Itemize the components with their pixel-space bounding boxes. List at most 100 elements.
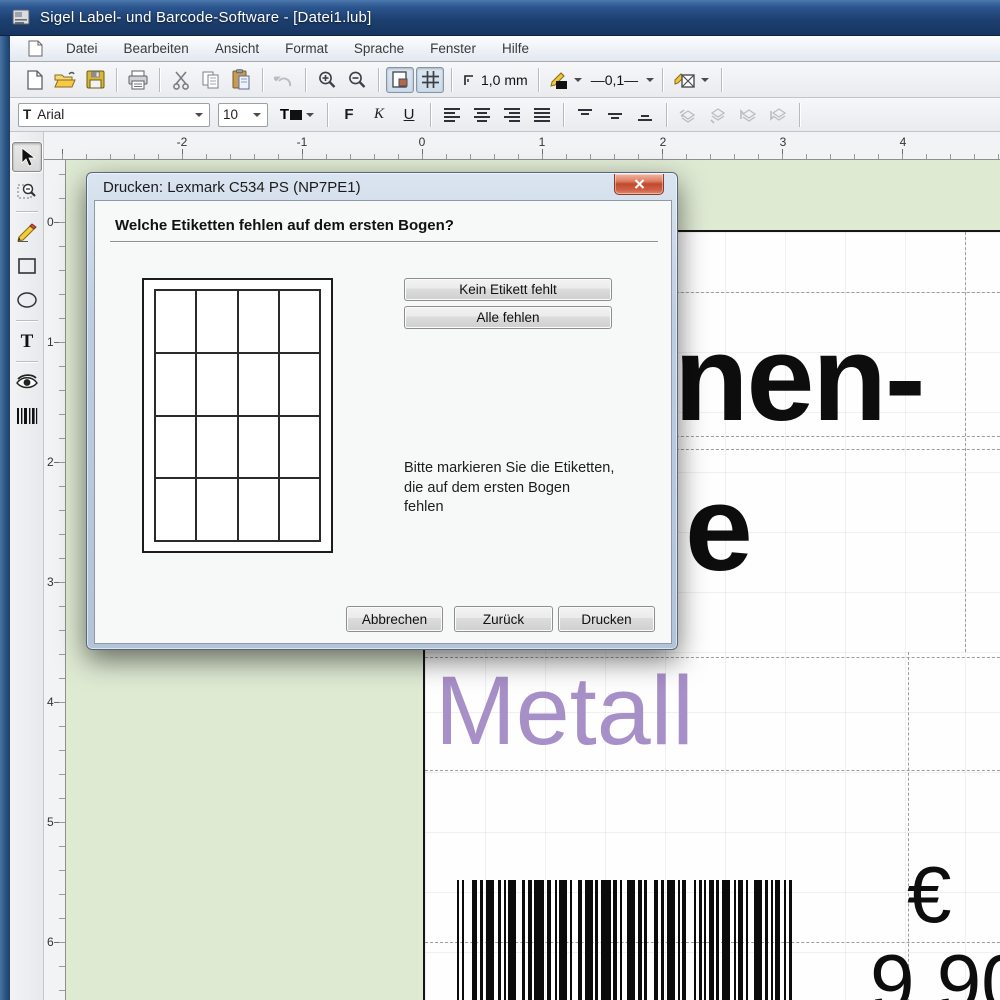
separator	[262, 68, 263, 92]
cancel-button[interactable]: Abbrechen	[346, 606, 443, 632]
barcode-bar	[457, 880, 459, 1000]
undo-button[interactable]	[270, 67, 298, 93]
dropdown-caret	[306, 113, 314, 121]
menu-item-ansicht[interactable]: Ansicht	[202, 38, 272, 59]
menu-item-bearbeiten[interactable]: Bearbeiten	[111, 38, 202, 59]
ellipse-tool[interactable]	[12, 285, 42, 315]
menu-item-fenster[interactable]: Fenster	[417, 38, 489, 59]
label-cell[interactable]	[155, 478, 196, 541]
ruler-number: 3	[780, 135, 787, 149]
separator	[538, 68, 539, 92]
save-button[interactable]	[81, 67, 109, 93]
bold-button[interactable]: F	[335, 102, 363, 128]
cursor-icon	[18, 147, 36, 167]
menu-item-hilfe[interactable]: Hilfe	[489, 38, 542, 59]
rectangle-icon	[17, 257, 37, 275]
zoom-region-icon	[17, 181, 37, 201]
italic-button[interactable]: K	[365, 102, 393, 128]
label-cell[interactable]	[196, 478, 237, 541]
label-cell[interactable]	[238, 353, 279, 416]
barcode-bar	[585, 880, 593, 1000]
fill-style-button[interactable]	[670, 67, 714, 93]
ruler-number: 4	[900, 135, 907, 149]
label-text-metall[interactable]: Metall	[435, 662, 694, 759]
align-center-button[interactable]	[468, 102, 496, 128]
separator	[327, 103, 328, 127]
dropdown-caret	[701, 78, 709, 86]
barcode-bar	[578, 880, 582, 1000]
tool-palette: T	[10, 132, 44, 1000]
barcode-bar	[613, 880, 617, 1000]
label-cell[interactable]	[279, 290, 320, 353]
dialog-close-button[interactable]	[614, 174, 664, 195]
label-text-fragment-1[interactable]: nen-	[674, 317, 924, 439]
separator	[451, 68, 452, 92]
menu-item-format[interactable]: Format	[272, 38, 341, 59]
print-icon	[127, 70, 149, 90]
zoom-region-tool[interactable]	[12, 176, 42, 206]
rectangle-tool[interactable]	[12, 251, 42, 281]
label-text-fragment-2[interactable]: e	[685, 467, 751, 589]
line-color-button[interactable]	[546, 67, 586, 93]
no-label-missing-button[interactable]: Kein Etikett fehlt	[404, 278, 612, 301]
paste-button[interactable]	[227, 67, 255, 93]
label-cell[interactable]	[155, 353, 196, 416]
page-preview-toggle[interactable]	[386, 67, 414, 93]
print-confirm-button[interactable]: Drucken	[558, 606, 655, 632]
label-cell[interactable]	[279, 478, 320, 541]
label-cell[interactable]	[196, 353, 237, 416]
valign-middle-button[interactable]	[601, 102, 629, 128]
move-backward-button[interactable]	[764, 102, 792, 128]
back-button[interactable]: Zurück	[454, 606, 553, 632]
barcode-bar	[775, 880, 780, 1000]
label-cell[interactable]	[155, 290, 196, 353]
zoom-in-icon	[317, 70, 337, 90]
barcode-bar	[462, 880, 464, 1000]
font-size-value: 10	[223, 107, 238, 122]
text-tool[interactable]: T	[12, 326, 42, 356]
new-button[interactable]	[21, 67, 49, 93]
instruction-line: Bitte markieren Sie die Etiketten,	[404, 459, 614, 479]
label-cell[interactable]	[238, 290, 279, 353]
label-text-currency[interactable]: €	[907, 855, 952, 935]
align-justify-button[interactable]	[528, 102, 556, 128]
align-right-button[interactable]	[498, 102, 526, 128]
text-color-button[interactable]: T	[276, 102, 320, 128]
bring-to-front-button[interactable]	[674, 102, 702, 128]
valign-bottom-button[interactable]	[631, 102, 659, 128]
image-tool[interactable]	[12, 367, 42, 397]
label-cell[interactable]	[279, 353, 320, 416]
align-left-button[interactable]	[438, 102, 466, 128]
pencil-tool[interactable]	[12, 217, 42, 247]
valign-top-button[interactable]	[571, 102, 599, 128]
barcode-bar	[522, 880, 525, 1000]
copy-button[interactable]	[197, 67, 225, 93]
menu-item-sprache[interactable]: Sprache	[341, 38, 417, 59]
font-size-select[interactable]: 10	[218, 103, 268, 127]
grid-toggle[interactable]	[416, 67, 444, 93]
line-width-caret[interactable]	[646, 78, 654, 86]
cut-button[interactable]	[167, 67, 195, 93]
label-cell[interactable]	[279, 416, 320, 479]
label-cell[interactable]	[155, 416, 196, 479]
all-missing-button[interactable]: Alle fehlen	[404, 306, 612, 329]
separator	[16, 361, 38, 362]
menu-item-datei[interactable]: Datei	[53, 38, 111, 59]
label-cell[interactable]	[238, 416, 279, 479]
barcode-tool[interactable]	[12, 401, 42, 431]
underline-button[interactable]: U	[395, 102, 423, 128]
send-to-back-button[interactable]	[704, 102, 732, 128]
move-forward-button[interactable]	[734, 102, 762, 128]
label-cell[interactable]	[238, 478, 279, 541]
print-button[interactable]	[124, 67, 152, 93]
select-tool[interactable]	[12, 142, 42, 172]
barcode-object[interactable]	[457, 880, 792, 1000]
font-family-select[interactable]: T Arial	[18, 103, 210, 127]
zoom-out-button[interactable]	[343, 67, 371, 93]
separator	[430, 103, 431, 127]
open-button[interactable]	[51, 67, 79, 93]
label-cell[interactable]	[196, 290, 237, 353]
zoom-in-button[interactable]	[313, 67, 341, 93]
label-cell[interactable]	[196, 416, 237, 479]
label-text-price[interactable]: 9.90	[870, 943, 1000, 1000]
